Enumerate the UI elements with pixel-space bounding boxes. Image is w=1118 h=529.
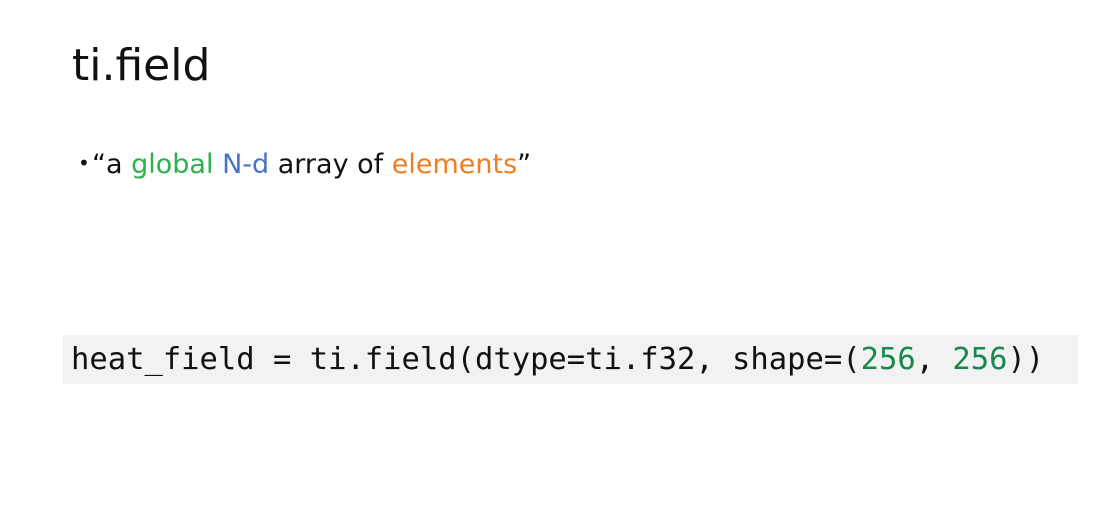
code-suffix: )) bbox=[1007, 342, 1045, 377]
slide-title: ti.field bbox=[72, 40, 211, 91]
bullet-word-nd: N-d bbox=[222, 149, 270, 180]
code-block: heat_field = ti.field(dtype=ti.f32, shap… bbox=[63, 335, 1078, 384]
code-prefix: heat_field = ti.field(dtype=ti.f32, shap… bbox=[71, 342, 861, 377]
bullet-open-quote: “a bbox=[92, 149, 132, 180]
bullet-item: •“a global N-d array of elements” bbox=[78, 144, 531, 184]
code-separator: , bbox=[915, 342, 953, 377]
bullet-word-global: global bbox=[131, 149, 214, 180]
code-number-1: 256 bbox=[860, 342, 916, 377]
slide: ti.field •“a global N-d array of element… bbox=[0, 0, 1118, 529]
bullet-middle-text: array of bbox=[269, 149, 392, 180]
bullet-word-elements: elements bbox=[391, 149, 518, 180]
bullet-close-quote: ” bbox=[517, 149, 532, 180]
bullet-space bbox=[213, 149, 222, 180]
bullet-marker: • bbox=[78, 151, 90, 175]
code-number-2: 256 bbox=[952, 342, 1008, 377]
